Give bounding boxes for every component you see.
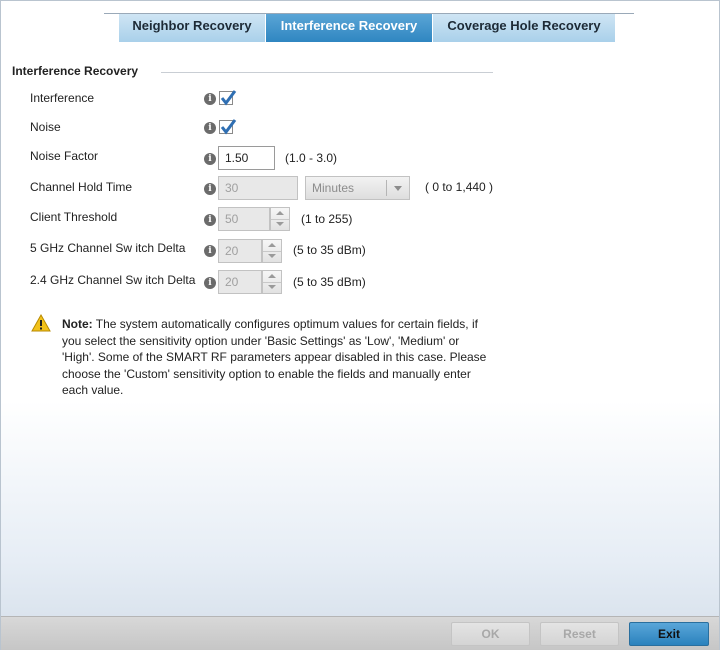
noise-checkbox[interactable]: [219, 119, 237, 135]
info-icon[interactable]: i: [204, 277, 216, 289]
reset-button[interactable]: Reset: [540, 622, 619, 646]
client-threshold-range: (1 to 255): [301, 212, 353, 226]
info-icon[interactable]: i: [204, 93, 216, 105]
client-threshold-stepper[interactable]: [270, 207, 290, 231]
select-separator: [386, 180, 387, 196]
checkmark-icon: [220, 119, 237, 135]
stepper-down-icon[interactable]: [263, 282, 281, 293]
section-divider: [161, 72, 493, 73]
channel-hold-time-range: ( 0 to 1,440 ): [425, 180, 494, 194]
stepper-down-icon[interactable]: [271, 219, 289, 230]
checkmark-icon: [220, 90, 237, 106]
note-text: Note: The system automatically configure…: [62, 316, 492, 399]
ghz5-delta-label: 5 GHz Channel Sw itch Delta: [30, 241, 186, 255]
noise-factor-range: (1.0 - 3.0): [285, 151, 338, 165]
channel-hold-time-unit-select[interactable]: Minutes: [305, 176, 410, 200]
chevron-down-icon: [394, 186, 402, 191]
client-threshold-label: Client Threshold: [30, 210, 118, 224]
exit-button[interactable]: Exit: [629, 622, 709, 646]
tab-bar: Neighbor Recovery Interference Recovery …: [104, 13, 634, 43]
ghz5-delta-input[interactable]: 20: [218, 239, 262, 263]
interference-checkbox[interactable]: [219, 90, 237, 106]
warning-icon: [31, 314, 51, 332]
stepper-down-icon[interactable]: [263, 251, 281, 262]
section-title: Interference Recovery: [12, 64, 139, 78]
interference-label: Interference: [30, 91, 95, 105]
noise-label: Noise: [30, 120, 61, 134]
tab-coverage-hole-recovery[interactable]: Coverage Hole Recovery: [433, 14, 615, 42]
info-icon[interactable]: i: [204, 122, 216, 134]
channel-hold-time-input[interactable]: 30: [218, 176, 298, 200]
footer-bar: OK Reset Exit: [1, 616, 719, 650]
ghz24-delta-label: 2.4 GHz Channel Sw itch Delta: [30, 273, 196, 287]
channel-hold-time-label: Channel Hold Time: [30, 180, 133, 194]
client-threshold-input[interactable]: 50: [218, 207, 270, 231]
tab-interference-recovery[interactable]: Interference Recovery: [266, 14, 432, 42]
info-icon[interactable]: i: [204, 245, 216, 257]
info-icon[interactable]: i: [204, 183, 216, 195]
ghz5-delta-range: (5 to 35 dBm): [293, 243, 366, 257]
note-prefix: Note:: [62, 317, 93, 331]
note-body: The system automatically configures opti…: [62, 317, 487, 397]
ghz24-delta-range: (5 to 35 dBm): [293, 275, 366, 289]
unit-select-value: Minutes: [312, 181, 355, 195]
info-icon[interactable]: i: [204, 214, 216, 226]
ghz24-delta-input[interactable]: 20: [218, 270, 262, 294]
dialog-frame: Neighbor Recovery Interference Recovery …: [0, 0, 720, 650]
ok-button[interactable]: OK: [451, 622, 530, 646]
ghz24-delta-stepper[interactable]: [262, 270, 282, 294]
ghz5-delta-stepper[interactable]: [262, 239, 282, 263]
noise-factor-label: Noise Factor: [30, 149, 99, 163]
info-icon[interactable]: i: [204, 153, 216, 165]
noise-factor-input[interactable]: 1.50: [218, 146, 275, 170]
tab-neighbor-recovery[interactable]: Neighbor Recovery: [119, 14, 265, 42]
